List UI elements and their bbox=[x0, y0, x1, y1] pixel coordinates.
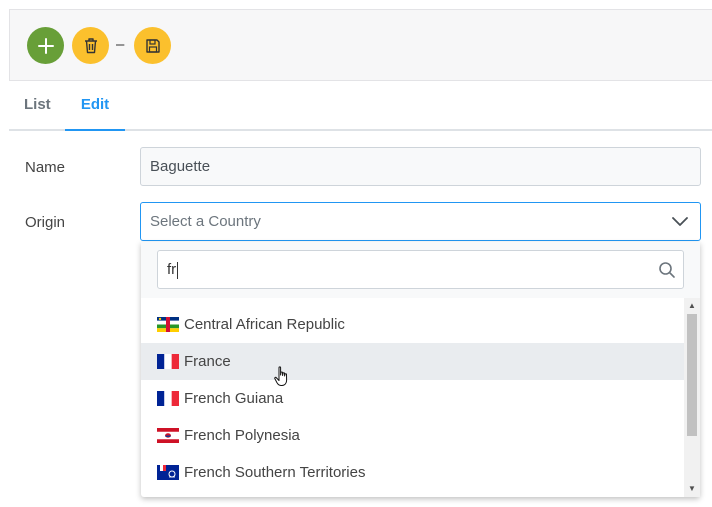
scroll-up-arrow-icon[interactable]: ▲ bbox=[688, 302, 696, 310]
save-icon bbox=[145, 38, 160, 53]
list-item-label: France bbox=[184, 353, 231, 370]
list-item-label: Central African Republic bbox=[184, 316, 345, 333]
name-label: Name bbox=[25, 159, 66, 176]
filter-text: fr bbox=[167, 261, 177, 278]
scrollbar-thumb[interactable] bbox=[687, 314, 697, 436]
text-caret bbox=[177, 261, 179, 279]
origin-select-placeholder: Select a Country bbox=[150, 213, 261, 230]
list-item[interactable]: Central African Republic bbox=[141, 306, 684, 343]
pf-flag-icon bbox=[157, 428, 179, 443]
gf-flag-icon bbox=[157, 391, 179, 406]
fr-flag-icon bbox=[157, 354, 179, 369]
scroll-down-arrow-icon[interactable]: ▼ bbox=[688, 485, 696, 493]
save-button[interactable] bbox=[134, 27, 171, 64]
country-filter-input[interactable]: fr bbox=[157, 250, 684, 289]
list-item[interactable]: French Guiana bbox=[141, 380, 684, 417]
list-item[interactable]: French Southern Territories bbox=[141, 454, 684, 491]
tf-flag-icon bbox=[157, 465, 179, 480]
list-item-label: French Southern Territories bbox=[184, 464, 366, 481]
list-item[interactable]: France bbox=[141, 343, 684, 380]
dropdown-filter-area: fr bbox=[141, 242, 700, 298]
tab-list[interactable]: List bbox=[24, 81, 51, 131]
list-item-label: French Polynesia bbox=[184, 427, 300, 444]
plus-icon bbox=[37, 37, 54, 54]
list-item[interactable]: French Polynesia bbox=[141, 417, 684, 454]
dropdown-scrollbar[interactable]: ▲ ▼ bbox=[684, 298, 700, 497]
tab-edit[interactable]: Edit bbox=[65, 81, 125, 131]
toolbar-separator: – bbox=[116, 36, 125, 53]
origin-label: Origin bbox=[25, 214, 66, 231]
trash-icon bbox=[84, 38, 97, 54]
hand-pointer-cursor-icon bbox=[274, 366, 288, 386]
delete-button[interactable] bbox=[72, 27, 109, 64]
origin-select[interactable]: Select a Country bbox=[140, 202, 701, 241]
cf-flag-icon bbox=[157, 317, 179, 332]
tab-bar: List Edit bbox=[9, 81, 712, 131]
country-dropdown-panel: fr Central African Republic France Frenc… bbox=[141, 242, 700, 497]
name-input[interactable]: Baguette bbox=[140, 147, 701, 186]
country-list: Central African Republic France French G… bbox=[141, 306, 684, 491]
list-item-label: French Guiana bbox=[184, 390, 284, 407]
add-button[interactable] bbox=[27, 27, 64, 64]
toolbar: – bbox=[9, 9, 712, 81]
search-icon bbox=[659, 262, 675, 278]
chevron-down-icon[interactable] bbox=[672, 214, 688, 228]
